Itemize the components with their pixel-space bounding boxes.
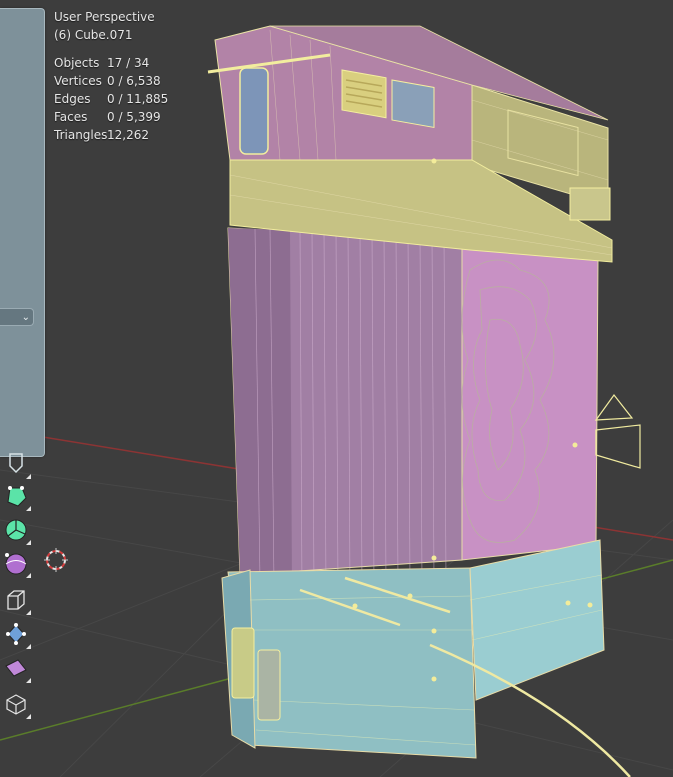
body-left-face [228,228,292,590]
stat-label: Vertices [54,74,102,88]
shear-tool-icon [5,659,27,677]
stat-row-triangles: Triangles 12,262 [54,126,168,144]
base-panel-left [231,627,255,699]
stat-label: Faces [54,110,88,124]
tool-options-indicator [26,610,31,615]
base-panel-right [257,649,281,721]
base-side [469,539,605,701]
side-connector [569,187,611,221]
shear-tool[interactable] [4,656,31,683]
tool-options-indicator [26,678,31,683]
stat-value: 17 / 34 [107,56,150,70]
stat-value: 12,262 [107,128,149,142]
stat-value: 0 / 11,885 [107,92,169,106]
transform-tool-icon [6,623,26,645]
stat-label: Edges [54,92,91,106]
extrude-tool-icon [7,590,25,610]
move-tool-icon [7,486,27,507]
scale-tool[interactable] [4,551,31,578]
tool-options-indicator [26,474,31,479]
stat-row-edges: Edges 0 / 11,885 [54,90,168,108]
select-tool-icon [9,453,23,474]
selected-mesh[interactable] [207,25,631,777]
stat-row-objects: Objects 17 / 34 [54,54,168,72]
viewport-stats-overlay: User Perspective (6) Cube.071 Objects 17 … [54,8,168,144]
side-panel[interactable] [0,8,45,457]
top-left-latch [239,67,269,155]
select-tool[interactable] [4,452,31,479]
side-panel-face [461,239,599,561]
move-tool[interactable] [4,484,31,511]
add-cube-tool[interactable] [4,692,31,719]
tool-options-indicator [26,644,31,649]
stat-label: Triangles [54,128,108,142]
stat-label: Objects [54,56,100,70]
stat-row-vertices: Vertices 0 / 6,538 [54,72,168,90]
scale-tool-icon [5,553,27,575]
tool-options-indicator [26,540,31,545]
extrude-tool[interactable] [4,588,31,615]
rotate-tool-icon [5,519,27,541]
3d-cursor[interactable] [44,548,68,572]
stat-value: 0 / 5,399 [107,110,161,124]
chevron-down-icon: ⌄ [21,312,30,323]
active-object-name: (6) Cube.071 [54,28,133,42]
stat-row-faces: Faces 0 / 5,399 [54,108,168,126]
top-vent-right [391,79,435,128]
stat-value: 0 / 6,538 [107,74,161,88]
tool-options-indicator [26,573,31,578]
camera-object[interactable] [594,394,641,469]
panel-dropdown[interactable]: ⌄ [0,308,34,326]
view-name: User Perspective [54,10,155,24]
tool-options-indicator [26,506,31,511]
tool-options-indicator [26,714,31,719]
transform-tool[interactable] [4,622,31,649]
rotate-tool[interactable] [4,518,31,545]
3d-viewport[interactable]: ⌄ User Perspective (6) Cube.071 Objects 1… [0,0,673,777]
add-cube-tool-icon [6,694,26,715]
